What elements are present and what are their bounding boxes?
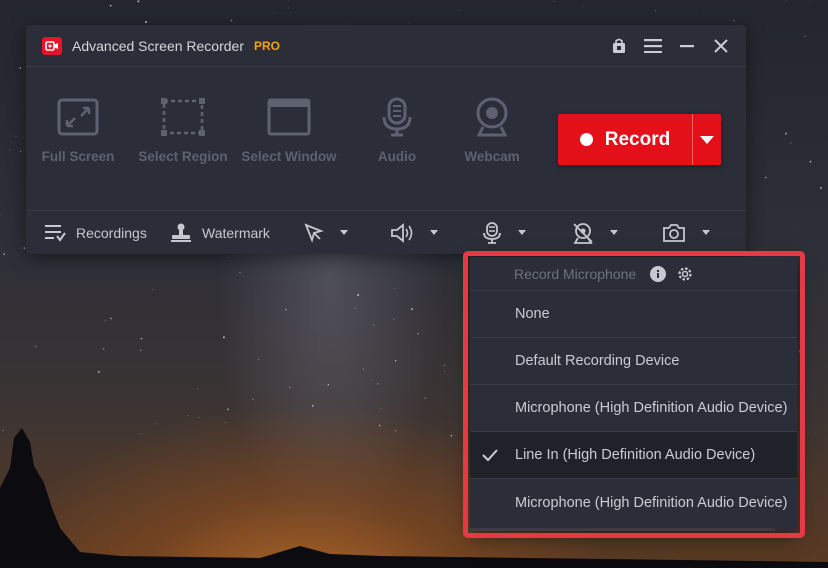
microphone-settings-button[interactable] [482,221,526,244]
dropdown-item-line-in[interactable]: Line In (High Definition Audio Device) [470,432,797,479]
screenshot-settings-button[interactable] [662,223,710,243]
dropdown-item-label: Line In (High Definition Audio Device) [515,447,756,463]
checkmark-icon [482,449,498,462]
select-window-button[interactable]: Select Window [239,87,339,164]
chevron-down-icon [518,230,526,235]
full-screen-icon [28,87,128,147]
select-window-label: Select Window [241,149,337,164]
watermark-label: Watermark [202,224,270,241]
chevron-down-icon [340,230,348,235]
dropdown-item-label: Microphone (High Definition Audio Device… [515,400,788,416]
audio-button[interactable]: Audio [347,87,447,164]
dropdown-header-label: Record Microphone [514,265,637,282]
dropdown-item-label: Default Recording Device [515,353,680,369]
speaker-icon [391,222,413,243]
chevron-down-icon [430,230,438,235]
app-window: Advanced Screen Recorder PRO Full Screen [26,25,746,254]
microphone-icon [483,221,501,244]
menu-icon[interactable] [644,37,662,55]
cursor-settings-button[interactable] [304,222,348,243]
record-options-dropdown[interactable] [693,114,721,165]
close-icon[interactable] [712,37,730,55]
microphone-dropdown: Record Microphone None Default Recording… [470,257,797,531]
webcam-off-icon [573,222,593,244]
app-logo-icon [42,36,62,55]
cursor-icon [304,222,324,243]
select-region-button[interactable]: Select Region [133,87,233,164]
full-screen-label: Full Screen [41,149,115,164]
dropdown-item-microphone-1[interactable]: Microphone (High Definition Audio Device… [470,385,797,432]
title-bar: Advanced Screen Recorder PRO [26,25,746,67]
select-region-icon [133,87,233,147]
pro-badge: PRO [254,38,281,53]
recordings-list-icon [45,224,66,242]
dropdown-item-none[interactable]: None [470,291,797,338]
full-screen-button[interactable]: Full Screen [28,87,128,164]
speaker-settings-button[interactable] [390,222,438,243]
watermark-button[interactable]: Watermark [170,223,270,243]
info-icon[interactable] [650,265,667,282]
dropdown-scroll-edge [470,528,775,531]
select-window-icon [239,87,339,147]
audio-label: Audio [377,149,417,164]
select-region-label: Select Region [138,149,228,164]
dropdown-item-microphone-2[interactable]: Microphone (High Definition Audio Device… [470,479,797,526]
stamp-icon [171,223,191,242]
chevron-down-icon [610,230,618,235]
record-dot-icon [579,133,593,146]
chevron-down-icon [700,135,714,144]
app-title: Advanced Screen Recorder [72,37,244,54]
dropdown-header: Record Microphone [470,257,797,291]
dropdown-item-label: None [515,306,550,322]
chevron-down-icon [702,230,710,235]
recordings-button[interactable]: Recordings [44,224,147,242]
recordings-label: Recordings [76,224,147,241]
camera-icon [663,223,685,242]
record-label: Record [604,128,671,150]
dropdown-item-label: Microphone (High Definition Audio Device… [515,494,788,511]
record-button[interactable]: Record [558,114,721,165]
webcam-settings-button[interactable] [572,222,618,244]
webcam-icon [442,87,542,147]
record-main[interactable]: Record [558,114,692,165]
webcam-button[interactable]: Webcam [442,87,542,164]
microphone-icon [347,87,447,147]
capture-modes: Full Screen Select Region Select Window … [26,67,746,207]
webcam-label: Webcam [464,149,520,164]
upgrade-icon[interactable] [610,37,628,55]
bottom-toolbar: Recordings Watermark [26,210,746,254]
minimize-icon[interactable] [678,37,696,55]
gear-icon[interactable] [676,265,694,283]
dropdown-item-default-device[interactable]: Default Recording Device [470,338,797,385]
